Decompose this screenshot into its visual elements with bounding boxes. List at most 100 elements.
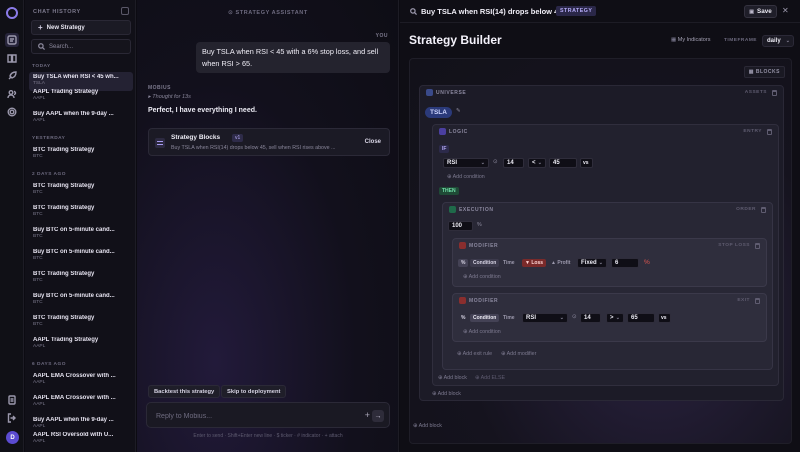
logic-label: LOGIC <box>449 129 468 135</box>
add-block-button[interactable]: ⊕ Add block <box>413 423 442 429</box>
history-group-label: 2 DAYS AGO <box>32 172 66 177</box>
add-block-button[interactable]: ⊕ Add block <box>438 375 467 381</box>
trash-icon[interactable] <box>755 298 760 304</box>
trash-icon[interactable] <box>767 129 772 135</box>
close-icon[interactable]: ✕ <box>782 6 789 15</box>
add-block-button[interactable]: ⊕ Add block <box>432 391 461 397</box>
timeframe-label: TIMEFRAME <box>724 38 758 43</box>
icon-rail: D <box>0 0 24 452</box>
universe-icon <box>426 89 433 96</box>
history-item[interactable]: BTC Trading Strategy BTC <box>29 181 133 200</box>
attach-plus-icon[interactable]: + <box>365 411 370 420</box>
reply-box: + → <box>146 402 390 428</box>
blocks-button[interactable]: ▦ BLOCKS <box>743 66 785 78</box>
history-item[interactable]: BTC Trading Strategy BTC <box>29 145 133 164</box>
profit-toggle[interactable]: ▲ Profit <box>548 259 573 267</box>
add-exit-rule-button[interactable]: ⊕ Add exit rule <box>457 351 492 357</box>
reply-input[interactable] <box>156 410 336 422</box>
percent-tab[interactable]: % <box>458 314 468 322</box>
operator-select[interactable]: < ⌄ <box>528 158 546 168</box>
add-condition-button[interactable]: ⊕ Add condition <box>463 329 501 335</box>
add-condition-button[interactable]: ⊕ Add condition <box>447 174 485 180</box>
indicator-select[interactable]: RSI ⌄ <box>522 313 568 323</box>
document-icon[interactable] <box>5 393 19 407</box>
card-description: Buy TSLA when RSI(14) drops below 45, se… <box>171 145 336 151</box>
history-item[interactable]: AAPL Trading Strategy AAPL <box>29 335 133 354</box>
book-icon[interactable] <box>5 51 19 65</box>
history-item[interactable]: BTC Trading Strategy BTC <box>29 313 133 332</box>
universe-type: ASSETS <box>744 90 767 95</box>
skip-deployment-suggestion-button[interactable]: Skip to deployment <box>221 385 287 398</box>
save-button[interactable]: ▣ Save <box>744 5 777 18</box>
logic-block: LOGIC ENTRY IF RSI ⌄ ⊙ 14 < ⌄ 45 vs ⊕ Add … <box>432 124 779 386</box>
condition-tab[interactable]: Condition <box>470 314 500 322</box>
trash-icon[interactable] <box>755 243 760 249</box>
my-indicators-button[interactable]: ▦ My Indicators <box>671 37 710 43</box>
user-message: Buy TSLA when RSI < 45 with a 6% stop lo… <box>196 42 390 73</box>
history-search-input[interactable]: Search... <box>31 39 131 54</box>
search-icon[interactable] <box>410 8 417 15</box>
history-item[interactable]: BTC Trading Strategy BTC <box>29 203 133 222</box>
chevron-down-icon: ⌄ <box>785 38 790 44</box>
time-tab[interactable]: Time <box>500 259 518 267</box>
trash-icon[interactable] <box>761 207 766 213</box>
mode-select[interactable]: Fixed ⌄ <box>577 258 607 268</box>
period-input[interactable]: 14 <box>580 313 601 323</box>
indicator-select[interactable]: RSI ⌄ <box>443 158 489 168</box>
strategy-title[interactable]: Buy TSLA when RSI(14) drops below 45, ..… <box>421 7 573 16</box>
stop-loss-value-input[interactable]: 6 <box>611 258 639 268</box>
new-strategy-button[interactable]: + New Strategy <box>31 20 131 35</box>
history-item[interactable]: BTC Trading Strategy BTC <box>29 269 133 288</box>
quantity-input[interactable]: 100 <box>448 221 473 231</box>
history-item[interactable]: AAPL RSI Oversold with U... AAPL <box>29 430 133 449</box>
history-item[interactable]: AAPL EMA Crossover with ... AAPL <box>29 371 133 390</box>
asset-chip[interactable]: TSLA <box>425 107 452 118</box>
close-button[interactable]: Close <box>365 139 381 145</box>
add-modifier-button[interactable]: ⊕ Add modifier <box>501 351 536 357</box>
edit-icon[interactable]: ✎ <box>456 108 460 114</box>
history-item[interactable]: AAPL Trading Strategy AAPL <box>29 87 133 106</box>
strategy-blocks-card[interactable]: Strategy Blocks v1 Buy TSLA when RSI(14)… <box>148 128 390 156</box>
time-tab[interactable]: Time <box>500 314 518 322</box>
execution-icon <box>449 206 456 213</box>
collapse-icon[interactable] <box>121 7 129 15</box>
add-condition-button[interactable]: ⊕ Add condition <box>463 274 501 280</box>
history-item[interactable]: Buy BTC on 5-minute cand... BTC <box>29 225 133 244</box>
period-input[interactable]: 14 <box>503 158 524 168</box>
settings-icon[interactable]: ⊙ <box>572 314 576 320</box>
history-item[interactable]: Buy BTC on 5-minute cand... BTC <box>29 247 133 266</box>
assistant-label: MOBIUS <box>148 85 171 91</box>
settings-icon[interactable] <box>5 105 19 119</box>
percent-tab[interactable]: % <box>458 259 469 267</box>
input-hint: Enter to send · Shift+Enter new line · $… <box>193 433 343 439</box>
chevron-down-icon: ⌄ <box>480 160 485 166</box>
history-item[interactable]: Buy BTC on 5-minute cand... BTC <box>29 291 133 310</box>
trash-icon[interactable] <box>772 90 777 96</box>
operator-select[interactable]: > ⌄ <box>606 313 624 323</box>
send-button[interactable]: → <box>372 410 384 422</box>
loss-toggle[interactable]: ▼ Loss <box>522 259 547 267</box>
backtest-suggestion-button[interactable]: Backtest this strategy <box>148 385 221 398</box>
if-label: IF <box>439 145 450 153</box>
logout-icon[interactable] <box>5 411 19 425</box>
add-else-button[interactable]: ⊕ Add ELSE <box>475 375 505 381</box>
history-item[interactable]: AAPL EMA Crossover with ... AAPL <box>29 393 133 412</box>
users-icon[interactable] <box>5 87 19 101</box>
avatar[interactable]: D <box>6 431 19 444</box>
threshold-input[interactable]: 65 <box>627 313 655 323</box>
app-logo[interactable] <box>6 7 18 19</box>
condition-tab[interactable]: Condition <box>470 259 500 267</box>
history-item[interactable]: Buy AAPL when the 9-day ... AAPL <box>29 109 133 128</box>
rocket-icon[interactable] <box>5 69 19 83</box>
thought-toggle[interactable]: ▸ Thought for 13s <box>148 94 191 100</box>
chat-icon[interactable] <box>5 33 19 47</box>
vs-toggle[interactable]: vs <box>580 158 593 168</box>
vs-toggle[interactable]: vs <box>658 313 671 323</box>
timeframe-select[interactable]: daily ⌄ <box>762 35 794 47</box>
execution-block: EXECUTION ORDER 100 % MODIFIER STOP LOSS… <box>442 202 773 370</box>
stop-loss-unit: % <box>644 259 650 266</box>
settings-icon[interactable]: ⊙ <box>493 159 497 165</box>
search-icon <box>38 43 45 50</box>
version-badge: v1 <box>232 134 244 142</box>
threshold-input[interactable]: 45 <box>549 158 577 168</box>
